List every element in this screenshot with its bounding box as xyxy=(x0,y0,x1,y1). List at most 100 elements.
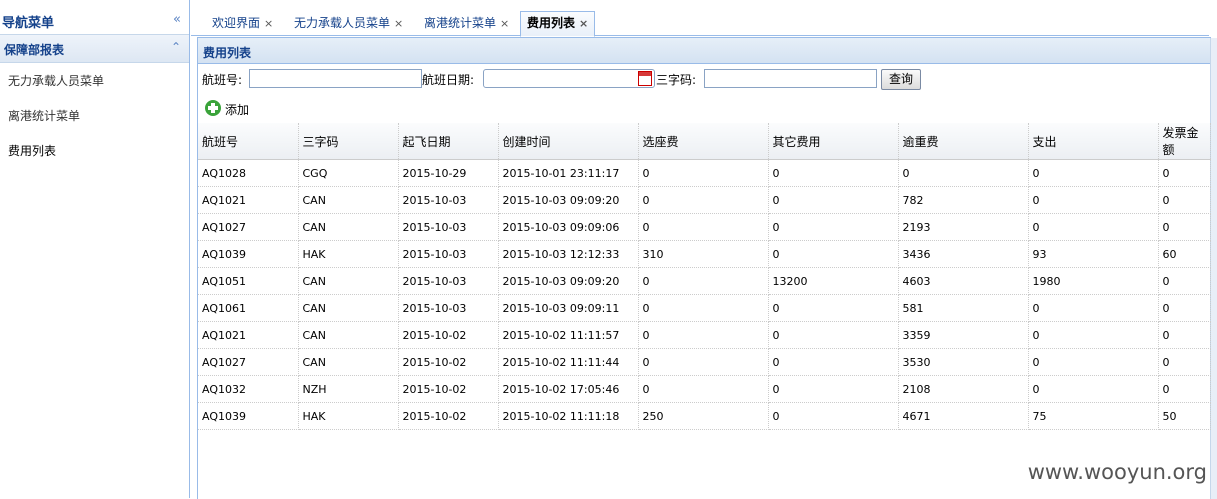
table-cell: AQ1021 xyxy=(198,186,299,214)
collapse-sidebar-icon[interactable]: « xyxy=(173,12,181,27)
table-cell: 60 xyxy=(1158,240,1211,268)
table-cell: 0 xyxy=(768,321,899,349)
airport-code-label: 三字码: xyxy=(656,73,697,87)
table-cell: 13200 xyxy=(768,267,899,295)
table-cell: 0 xyxy=(638,186,769,214)
table-cell: 93 xyxy=(1028,240,1159,268)
column-header-seat-fee[interactable]: 选座费 xyxy=(638,123,769,160)
table-cell: 75 xyxy=(1028,402,1159,430)
table-cell: 2015-10-02 xyxy=(398,375,499,403)
table-row[interactable]: AQ1039 HAK 2015-10-02 2015-10-02 11:11:18 25… xyxy=(198,402,1211,430)
tab-welcome[interactable]: 欢迎界面 × xyxy=(205,11,280,36)
sidebar-item-departure-stats[interactable]: 离港统计菜单 xyxy=(8,107,80,124)
vertical-scrollbar[interactable] xyxy=(1210,38,1217,499)
table-cell: 2015-10-03 09:09:20 xyxy=(498,267,639,295)
table-cell: 0 xyxy=(768,159,899,187)
table-cell: 2015-10-02 xyxy=(398,321,499,349)
sidebar-item-fee-list[interactable]: 费用列表 xyxy=(8,142,56,159)
table-row[interactable]: AQ1021 CAN 2015-10-02 2015-10-02 11:11:57 0 0… xyxy=(198,321,1211,349)
sidebar-group-header[interactable]: 保障部报表 ⌃ xyxy=(0,35,189,63)
table-cell: 0 xyxy=(768,375,899,403)
query-button[interactable]: 查询 xyxy=(881,69,921,90)
table-cell: CAN xyxy=(298,321,399,349)
column-header-invoice-amount[interactable]: 发票金额 xyxy=(1158,123,1211,160)
close-icon[interactable]: × xyxy=(394,17,403,30)
table-cell: 4671 xyxy=(898,402,1029,430)
table-cell: CAN xyxy=(298,294,399,322)
table-cell: 0 xyxy=(1158,375,1211,403)
table-cell: AQ1028 xyxy=(198,159,299,187)
panel-title: 费用列表 xyxy=(203,46,252,60)
table-cell: 2015-10-03 xyxy=(398,213,499,241)
chevron-up-icon[interactable]: ⌃ xyxy=(171,40,181,54)
table-cell: 2015-10-03 xyxy=(398,294,499,322)
sidebar-group-title: 保障部报表 xyxy=(4,43,65,57)
table-cell: 0 xyxy=(1158,159,1211,187)
table-row[interactable]: AQ1021 CAN 2015-10-03 2015-10-03 09:09:20 0 0… xyxy=(198,186,1211,214)
tab-wheelchair[interactable]: 无力承载人员菜单 × xyxy=(287,11,410,36)
table-cell: 0 xyxy=(1028,213,1159,241)
sidebar-item-wheelchair[interactable]: 无力承载人员菜单 xyxy=(8,72,104,89)
table-cell: 0 xyxy=(638,213,769,241)
table-cell: 3530 xyxy=(898,348,1029,376)
tab-label: 欢迎界面 xyxy=(212,16,261,30)
close-icon[interactable]: × xyxy=(264,17,273,30)
column-header-overweight-fee[interactable]: 逾重费 xyxy=(898,123,1029,160)
close-icon[interactable]: × xyxy=(500,17,509,30)
table-cell: CAN xyxy=(298,267,399,295)
table-cell: 1980 xyxy=(1028,267,1159,295)
table-cell: 0 xyxy=(638,294,769,322)
table-cell: 0 xyxy=(1028,294,1159,322)
tab-fee-list[interactable]: 费用列表 × xyxy=(520,11,596,37)
table-cell: 0 xyxy=(1158,348,1211,376)
table-cell: 2015-10-02 11:11:57 xyxy=(498,321,639,349)
table-cell: 0 xyxy=(638,375,769,403)
column-header-created-time[interactable]: 创建时间 xyxy=(498,123,639,160)
table-cell: 4603 xyxy=(898,267,1029,295)
table-cell: 0 xyxy=(1028,348,1159,376)
column-header-code[interactable]: 三字码 xyxy=(298,123,399,160)
close-icon[interactable]: × xyxy=(579,17,588,30)
calendar-icon[interactable] xyxy=(638,71,652,86)
table-cell: AQ1032 xyxy=(198,375,299,403)
table-cell: 2015-10-03 xyxy=(398,240,499,268)
table-cell: 0 xyxy=(768,402,899,430)
airport-code-input[interactable] xyxy=(704,69,877,88)
table-cell: 0 xyxy=(768,213,899,241)
table-cell: 0 xyxy=(638,267,769,295)
table-cell: 2015-10-03 09:09:11 xyxy=(498,294,639,322)
table-cell: 2015-10-03 12:12:33 xyxy=(498,240,639,268)
tab-label: 离港统计菜单 xyxy=(424,16,497,30)
table-cell: AQ1039 xyxy=(198,240,299,268)
table-cell: 2015-10-02 xyxy=(398,348,499,376)
table-row[interactable]: AQ1051 CAN 2015-10-03 2015-10-03 09:09:20 0 1… xyxy=(198,267,1211,295)
sidebar: 导航菜单 « 保障部报表 ⌃ 无力承载人员菜单 离港统计菜单 费用列表 xyxy=(0,0,190,498)
table-cell: HAK xyxy=(298,402,399,430)
table-cell: 50 xyxy=(1158,402,1211,430)
column-header-flight[interactable]: 航班号 xyxy=(198,123,299,160)
flight-number-label: 航班号: xyxy=(202,73,243,87)
table-cell: 782 xyxy=(898,186,1029,214)
table-row[interactable]: AQ1061 CAN 2015-10-03 2015-10-03 09:09:11 0 0… xyxy=(198,294,1211,322)
flight-date-input[interactable] xyxy=(483,69,655,88)
table-cell: 0 xyxy=(638,348,769,376)
tab-departure-stats[interactable]: 离港统计菜单 × xyxy=(417,11,516,36)
table-row[interactable]: AQ1039 HAK 2015-10-03 2015-10-03 12:12:33 31… xyxy=(198,240,1211,268)
main-area: 欢迎界面 × 无力承载人员菜单 × 离港统计菜单 × 费用列表 × 费用列表 航班号: … xyxy=(191,0,1217,499)
table-row[interactable]: AQ1027 CAN 2015-10-02 2015-10-02 11:11:44 0 0… xyxy=(198,348,1211,376)
table-row[interactable]: AQ1027 CAN 2015-10-03 2015-10-03 09:09:06 0 0… xyxy=(198,213,1211,241)
column-header-expense[interactable]: 支出 xyxy=(1028,123,1159,160)
sidebar-header: 导航菜单 « xyxy=(0,0,189,35)
table-cell: 0 xyxy=(638,159,769,187)
table-row[interactable]: AQ1028 CGQ 2015-10-29 2015-10-01 23:11:17 0 0… xyxy=(198,159,1211,187)
sidebar-title: 导航菜单 xyxy=(2,16,55,31)
flight-number-input[interactable] xyxy=(249,69,422,88)
table-cell: 3436 xyxy=(898,240,1029,268)
table-cell: CAN xyxy=(298,186,399,214)
table-row[interactable]: AQ1032 NZH 2015-10-02 2015-10-02 17:05:46 0 0… xyxy=(198,375,1211,403)
column-header-other-fee[interactable]: 其它费用 xyxy=(768,123,899,160)
column-header-departure-date[interactable]: 起飞日期 xyxy=(398,123,499,160)
table-header-row: 航班号 三字码 起飞日期 创建时间 选座费 其它费用 逾重费 支出 发票金额 xyxy=(198,123,1211,160)
table-cell: CGQ xyxy=(298,159,399,187)
table-cell: 0 xyxy=(1028,159,1159,187)
